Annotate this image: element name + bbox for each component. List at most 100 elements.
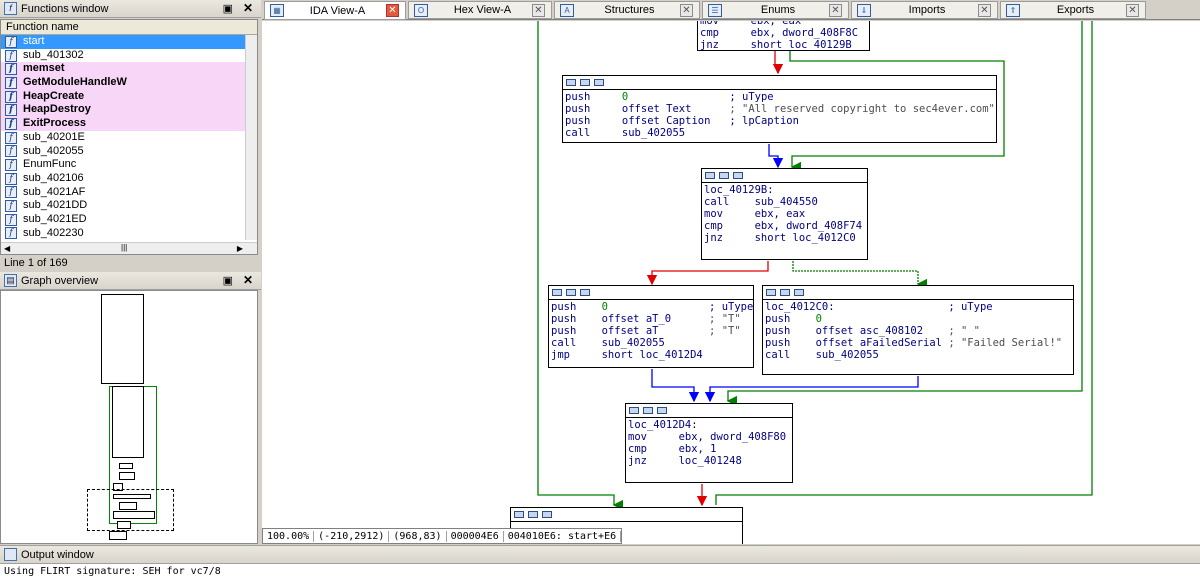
- asm-instruction[interactable]: push offset aT_0 ; "T": [551, 313, 751, 325]
- function-list-item[interactable]: f start: [1, 35, 257, 49]
- asm-instruction[interactable]: jnz short loc_4012C0: [704, 232, 865, 244]
- graph-node-loc-4012c0[interactable]: loc_4012C0: ; uType push 0 push offset asc…: [762, 285, 1074, 375]
- asm-instruction[interactable]: cmp ebx, dword_408F8C: [700, 27, 867, 39]
- tab-hex-view-a[interactable]: O Hex View-A ✕: [408, 1, 552, 19]
- function-list-item[interactable]: f ExitProcess: [1, 117, 257, 131]
- function-icon: f: [5, 49, 17, 62]
- node-group-icon[interactable]: [643, 407, 653, 414]
- graph-overview-canvas[interactable]: [0, 290, 258, 544]
- node-group-icon[interactable]: [719, 172, 729, 179]
- node-graph-icon[interactable]: [594, 79, 604, 86]
- function-list-item[interactable]: f sub_4021DD: [1, 199, 257, 213]
- asm-instruction[interactable]: push offset Caption ; lpCaption: [565, 115, 994, 127]
- asm-instruction[interactable]: call sub_402055: [765, 349, 1071, 361]
- node-graph-icon[interactable]: [733, 172, 743, 179]
- function-name: HeapDestroy: [23, 103, 91, 116]
- node-group-icon[interactable]: [780, 289, 790, 296]
- tab-enums[interactable]: ☰ Enums ✕: [702, 1, 849, 19]
- function-list-item[interactable]: f GetModuleHandleW: [1, 76, 257, 90]
- close-icon[interactable]: ✕: [243, 1, 253, 15]
- function-list-item[interactable]: f HeapCreate: [1, 89, 257, 104]
- close-tab-icon[interactable]: ✕: [532, 3, 545, 17]
- tab-exports[interactable]: ⇑ Exports ✕: [1000, 1, 1146, 19]
- functions-window-titlebar[interactable]: f Functions window ▣ ✕: [0, 0, 261, 18]
- node-color-icon[interactable]: [514, 511, 524, 518]
- asm-instruction[interactable]: push 0 ; uType: [565, 91, 994, 103]
- close-tab-icon[interactable]: ✕: [680, 3, 693, 17]
- node-group-icon[interactable]: [528, 511, 538, 518]
- scroll-right-icon[interactable]: ▶: [237, 244, 243, 253]
- function-list-item[interactable]: f sub_402230: [1, 227, 257, 241]
- output-window-text[interactable]: Using FLIRT signature: SEH for vc7/8: [0, 563, 1200, 581]
- close-tab-icon[interactable]: ✕: [1126, 3, 1139, 17]
- function-list-item[interactable]: f sub_402106: [1, 172, 257, 186]
- asm-instruction[interactable]: push offset asc_408102 ; " ": [765, 325, 1071, 337]
- graph-node-loc-40129b[interactable]: loc_40129B: call sub_404550 mov ebx, eax cm…: [701, 168, 868, 260]
- asm-instruction[interactable]: call sub_402055: [551, 337, 751, 349]
- scroll-left-icon[interactable]: ◀: [4, 244, 10, 253]
- function-list-item[interactable]: f sub_401302: [1, 49, 257, 63]
- close-icon[interactable]: ✕: [243, 273, 253, 287]
- graph-node-messagebox[interactable]: push 0 ; uType push offset Text ; "All re…: [562, 75, 997, 143]
- node-color-icon[interactable]: [766, 289, 776, 296]
- graph-overview-titlebar[interactable]: ▤ Graph overview ▣ ✕: [0, 272, 261, 290]
- asm-label[interactable]: loc_4012C0: ; uType: [765, 301, 1071, 313]
- node-graph-icon[interactable]: [657, 407, 667, 414]
- asm-label[interactable]: loc_40129B:: [704, 184, 865, 196]
- function-list-item[interactable]: f sub_402055: [1, 145, 257, 159]
- asm-instruction[interactable]: mov ebx, eax: [704, 208, 865, 220]
- function-list-item[interactable]: f sub_40201E: [1, 131, 257, 145]
- vertical-scrollbar[interactable]: [245, 35, 257, 240]
- function-list-item[interactable]: f EnumFunc: [1, 158, 257, 172]
- restore-icon[interactable]: ▣: [223, 274, 233, 287]
- asm-instruction[interactable]: push 0: [765, 313, 1071, 325]
- graph-node-top[interactable]: mov ebx, eax cmp ebx, dword_408F8C jnz sho…: [697, 21, 870, 51]
- asm-instruction[interactable]: jnz loc_401248: [628, 455, 790, 467]
- node-color-icon[interactable]: [705, 172, 715, 179]
- function-icon: f: [4, 2, 17, 15]
- output-window-titlebar[interactable]: Output window: [0, 545, 1200, 563]
- tab-ida-view-a[interactable]: ▦ IDA View-A ✕: [264, 1, 406, 20]
- ida-graph-view[interactable]: mov ebx, eax cmp ebx, dword_408F8C jnz sho…: [262, 21, 1200, 544]
- function-list-item[interactable]: f memset: [1, 62, 257, 77]
- asm-instruction[interactable]: mov ebx, dword_408F80: [628, 431, 790, 443]
- node-color-icon[interactable]: [566, 79, 576, 86]
- node-graph-icon[interactable]: [794, 289, 804, 296]
- close-tab-icon[interactable]: ✕: [386, 4, 399, 17]
- node-color-icon[interactable]: [552, 289, 562, 296]
- asm-instruction[interactable]: cmp ebx, 1: [628, 443, 790, 455]
- node-graph-icon[interactable]: [542, 511, 552, 518]
- graph-status-bar: 100.00% (-210,2912) (968,83) 000004E6 00…: [262, 528, 623, 544]
- tab-imports[interactable]: ⇓ Imports ✕: [851, 1, 998, 19]
- functions-list[interactable]: Function name f start f sub_401302 f memset f G…: [0, 19, 258, 255]
- node-graph-icon[interactable]: [580, 289, 590, 296]
- asm-instruction[interactable]: call sub_402055: [565, 127, 994, 139]
- graph-node-loc-4012d4[interactable]: loc_4012D4: mov ebx, dword_408F80 cmp ebx,…: [625, 403, 793, 483]
- asm-instruction[interactable]: jmp short loc_4012D4: [551, 349, 751, 361]
- function-list-item[interactable]: f sub_4021AF: [1, 186, 257, 200]
- close-tab-icon[interactable]: ✕: [978, 3, 991, 17]
- asm-instruction[interactable]: push offset aT ; "T": [551, 325, 751, 337]
- restore-icon[interactable]: ▣: [223, 2, 233, 15]
- function-list-item[interactable]: f sub_4021ED: [1, 213, 257, 227]
- column-header-function-name[interactable]: Function name: [1, 20, 257, 35]
- node-group-icon[interactable]: [566, 289, 576, 296]
- asm-instruction[interactable]: cmp ebx, dword_408F74: [704, 220, 865, 232]
- asm-instruction[interactable]: push offset Text ; "All reserved copyrig…: [565, 103, 995, 115]
- node-color-icon[interactable]: [629, 407, 639, 414]
- asm-label[interactable]: loc_4012D4:: [628, 419, 790, 431]
- asm-instruction[interactable]: push 0 ; uType: [551, 301, 753, 313]
- node-group-icon[interactable]: [580, 79, 590, 86]
- function-icon: f: [5, 213, 17, 226]
- scroll-thumb-icon[interactable]: |||: [121, 243, 127, 252]
- asm-instruction[interactable]: call sub_404550: [704, 196, 865, 208]
- function-list-item[interactable]: f HeapDestroy: [1, 103, 257, 118]
- output-window-title: Output window: [21, 548, 94, 561]
- horizontal-scrollbar[interactable]: ◀ ||| ▶: [1, 242, 257, 254]
- output-window-icon: [4, 548, 17, 561]
- asm-instruction[interactable]: jnz short loc_40129B: [700, 39, 867, 51]
- close-tab-icon[interactable]: ✕: [829, 3, 842, 17]
- asm-instruction[interactable]: push offset aFailedSerial ; "Failed Seri…: [765, 337, 1071, 349]
- tab-structures[interactable]: A Structures ✕: [554, 1, 700, 19]
- graph-node-t-message[interactable]: push 0 ; uType push offset aT_0 ; "T" push…: [548, 285, 754, 368]
